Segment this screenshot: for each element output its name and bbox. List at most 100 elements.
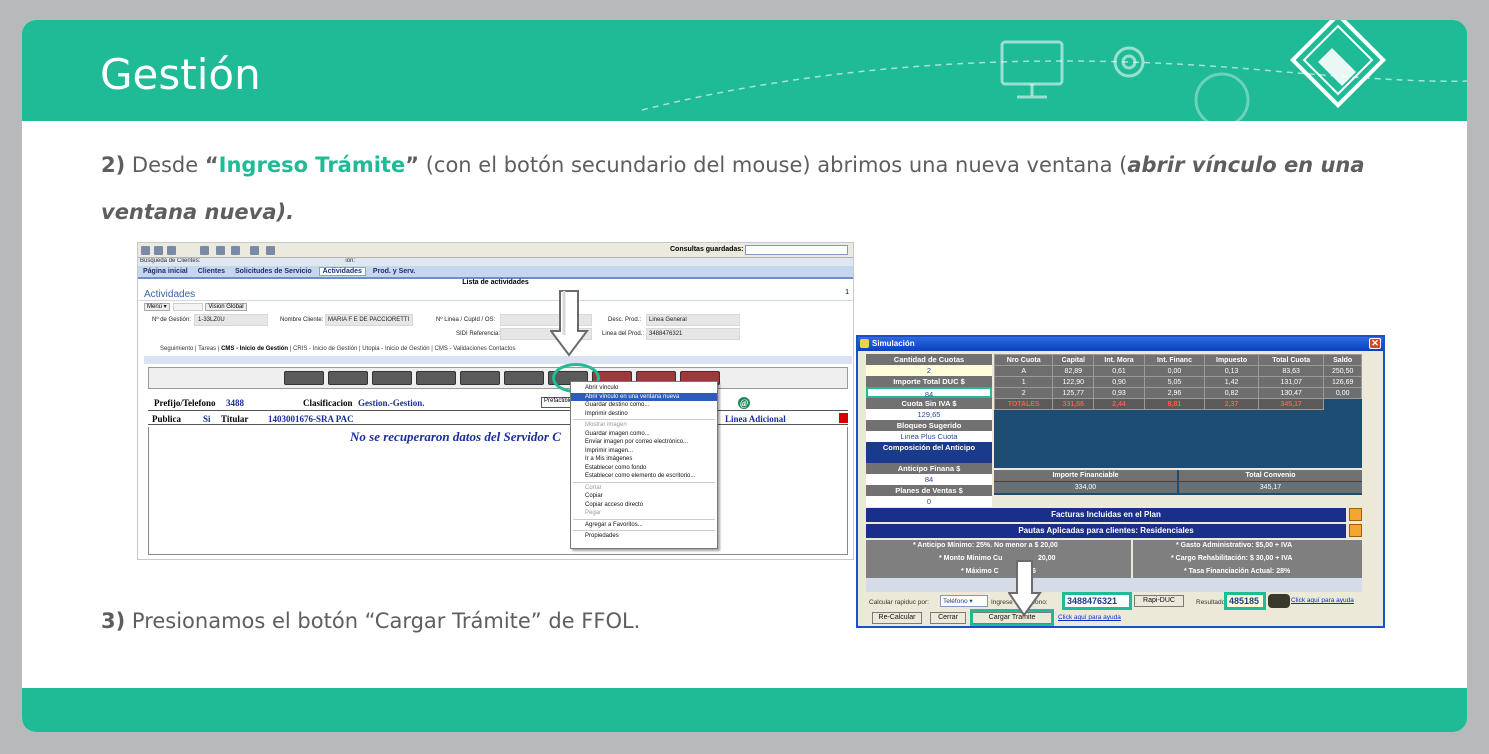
grid-cell: 125,77 [1052,387,1095,399]
table-row: 1 122,90 0,90 5,05 1,42 131,07 126,69 [993,376,1362,388]
context-menu-item[interactable]: Imprimir destino [571,410,717,419]
grid-header: Int. Mora [1093,354,1145,366]
cerrar-button[interactable]: Cerrar [930,612,966,624]
flag-icon[interactable] [839,413,848,423]
cuota-sin-iva-label: Cuota Sin IVA $ [866,398,992,409]
toolbar-icon[interactable] [141,246,150,255]
context-menu-item[interactable]: Imprimir imagen... [571,447,717,456]
grid-cell: 250,50 [1323,365,1362,377]
mail-icon[interactable] [250,246,259,255]
step-3-text: Presionamos el botón “Cargar Trámite” de… [125,609,641,633]
ayuda-link[interactable]: Click aquí para ayuda [1291,597,1354,604]
tab-pagina-inicial[interactable]: Página inicial [140,268,191,275]
financiable-value: 334,00 [994,482,1177,493]
context-menu-item[interactable]: Copiar [571,492,717,501]
vision-global-button[interactable]: Vision Global [205,303,247,311]
n-gestion-label: Nº de Gestión: [152,317,191,323]
cuota-sin-iva-value: 129,65 [866,409,992,420]
importe-duc-value[interactable]: 84 [866,387,992,399]
context-menu-item[interactable]: Establecer como elemento de escritorio..… [571,472,717,481]
grid-cell: 2,96 [1143,387,1206,399]
context-menu-item[interactable]: Guardar destino como... [571,401,717,410]
toolbar-icon[interactable] [216,246,225,255]
ayuda-link-2[interactable]: Click aquí para ayuda [1058,614,1121,621]
step-3-line: 3) Presionamos el botón “Cargar Trámite”… [101,609,640,633]
header-bar: Gestión [22,20,1467,121]
table-row: 2 125,77 0,93 2,96 0,82 130,47 0,00 [993,387,1362,399]
grid-header: Nro Cuota [993,354,1054,366]
subtab-cms-validaciones[interactable]: CMS - Validaciones Contactos [435,346,516,352]
rapi-duc-button[interactable]: Rapi-DUC [1134,595,1184,607]
lineaprod-label: Linea del Prod.: [602,331,645,337]
toolbar-icon[interactable] [231,246,240,255]
ingreso-tramite-label: Ingreso Trámite [218,153,406,177]
crm-toolbar: Consultas guardadas: [138,243,853,258]
action-button[interactable] [460,371,500,385]
subtab-utopia-inicio[interactable]: Utopia - Inicio de Gestión [362,346,429,352]
grid-cell: 83,63 [1257,365,1325,377]
titular-label: Titular [221,414,249,424]
grid-cell: 0,00 [1143,365,1206,377]
action-button[interactable] [416,371,456,385]
convenio-label: Total Convenio [1179,470,1362,481]
context-menu-item[interactable]: Abrir vínculo [571,384,717,393]
context-menu-item[interactable]: Agregar a Favoritos... [571,521,717,530]
publica-si: Si [203,414,211,424]
context-menu-item[interactable]: Ir a Mis imágenes [571,455,717,464]
cuotas-grid: Nro Cuota Capital Int. Mora Int. Financ Impu… [993,354,1362,468]
help-badge-icon[interactable] [1268,594,1290,608]
context-menu-item[interactable]: Propiedades [571,532,717,541]
subtab-cms-inicio[interactable]: CMS - Inicio de Gestión [221,346,288,352]
context-menu-item: Cortar [585,484,602,491]
step-2-line-2: ventana nueva). [101,200,294,224]
facturas-expand-icon[interactable] [1349,508,1362,521]
cliente-label: Nombre Cliente: [280,317,324,323]
action-button[interactable] [504,371,544,385]
context-menu-item[interactable]: Guardar imagen como... [571,430,717,439]
prefijo-label: Prefijo/Telefono [154,398,216,408]
breadcrumb: Búsqueda de Clientes: ión: [138,258,853,266]
page-title: Gestión [100,50,261,99]
tab-actividades[interactable]: Actividades [318,267,366,276]
context-menu-item[interactable]: Enviar imagen por correo electrónico... [571,438,717,447]
prefijo-value: 3488 [226,398,244,408]
subtab-tareas[interactable]: Tareas [198,346,216,352]
tab-solicitudes[interactable]: Solicitudes de Servicio [232,268,315,275]
at-icon[interactable]: @ [738,397,750,409]
action-button[interactable] [328,371,368,385]
tab-clientes[interactable]: Clientes [195,268,228,275]
pautas-expand-icon[interactable] [1349,524,1362,537]
toolbar-icon[interactable] [154,246,163,255]
subtab-cris-inicio[interactable]: CRIS - Inicio de Gestión [293,346,357,352]
binoculars-icon[interactable] [200,246,209,255]
grid-cell: 0,82 [1204,387,1259,399]
toolbar-icon[interactable] [266,246,275,255]
calc-select[interactable]: Teléfono ▾ [940,595,988,607]
consultas-select[interactable] [745,245,848,255]
close-icon[interactable]: ✕ [1369,338,1381,349]
n-gestion-value: 1-33LZ0U [198,317,225,323]
cant-cuotas-value[interactable]: 2 [866,365,992,376]
context-menu-item[interactable]: Abrir vínculo en una ventana nueva [571,392,717,401]
action-button[interactable] [372,371,412,385]
facturas-bar[interactable]: Facturas Incluidas en el Plan [866,508,1346,522]
recalcular-button[interactable]: Re-Calcular [872,612,922,624]
action-buttons [148,367,848,389]
menu-button[interactable]: Menú ▾ [144,303,170,311]
toolbar-icon[interactable] [167,246,176,255]
cliente-value: MARIA F E DE PACCIORETTI [328,317,410,323]
lineaprod-value: 3488476321 [649,331,683,337]
context-menu-item[interactable]: Establecer como fondo [571,464,717,473]
section-title: Actividades 1 [138,289,853,301]
action-button[interactable] [284,371,324,385]
sidi-label: SIDI Referencia: [456,331,501,337]
subtab-seguimiento[interactable]: Seguimiento [160,346,193,352]
blank-button[interactable] [173,303,204,311]
context-menu-item[interactable]: Copiar acceso directo [571,501,717,510]
bloqueo-label: Bloqueo Sugerido [866,420,992,431]
pautas-bar[interactable]: Pautas Aplicadas para clientes: Residenc… [866,524,1346,538]
tab-prod-serv[interactable]: Prod. y Serv. [370,268,418,275]
grid-cell: 0,00 [1323,387,1362,399]
simulacion-window: Simulación ✕ Cantidad de Cuotas 2 Import… [856,335,1385,628]
pauta-tasa: * Tasa Financiación Actual: 28% [1184,568,1291,575]
